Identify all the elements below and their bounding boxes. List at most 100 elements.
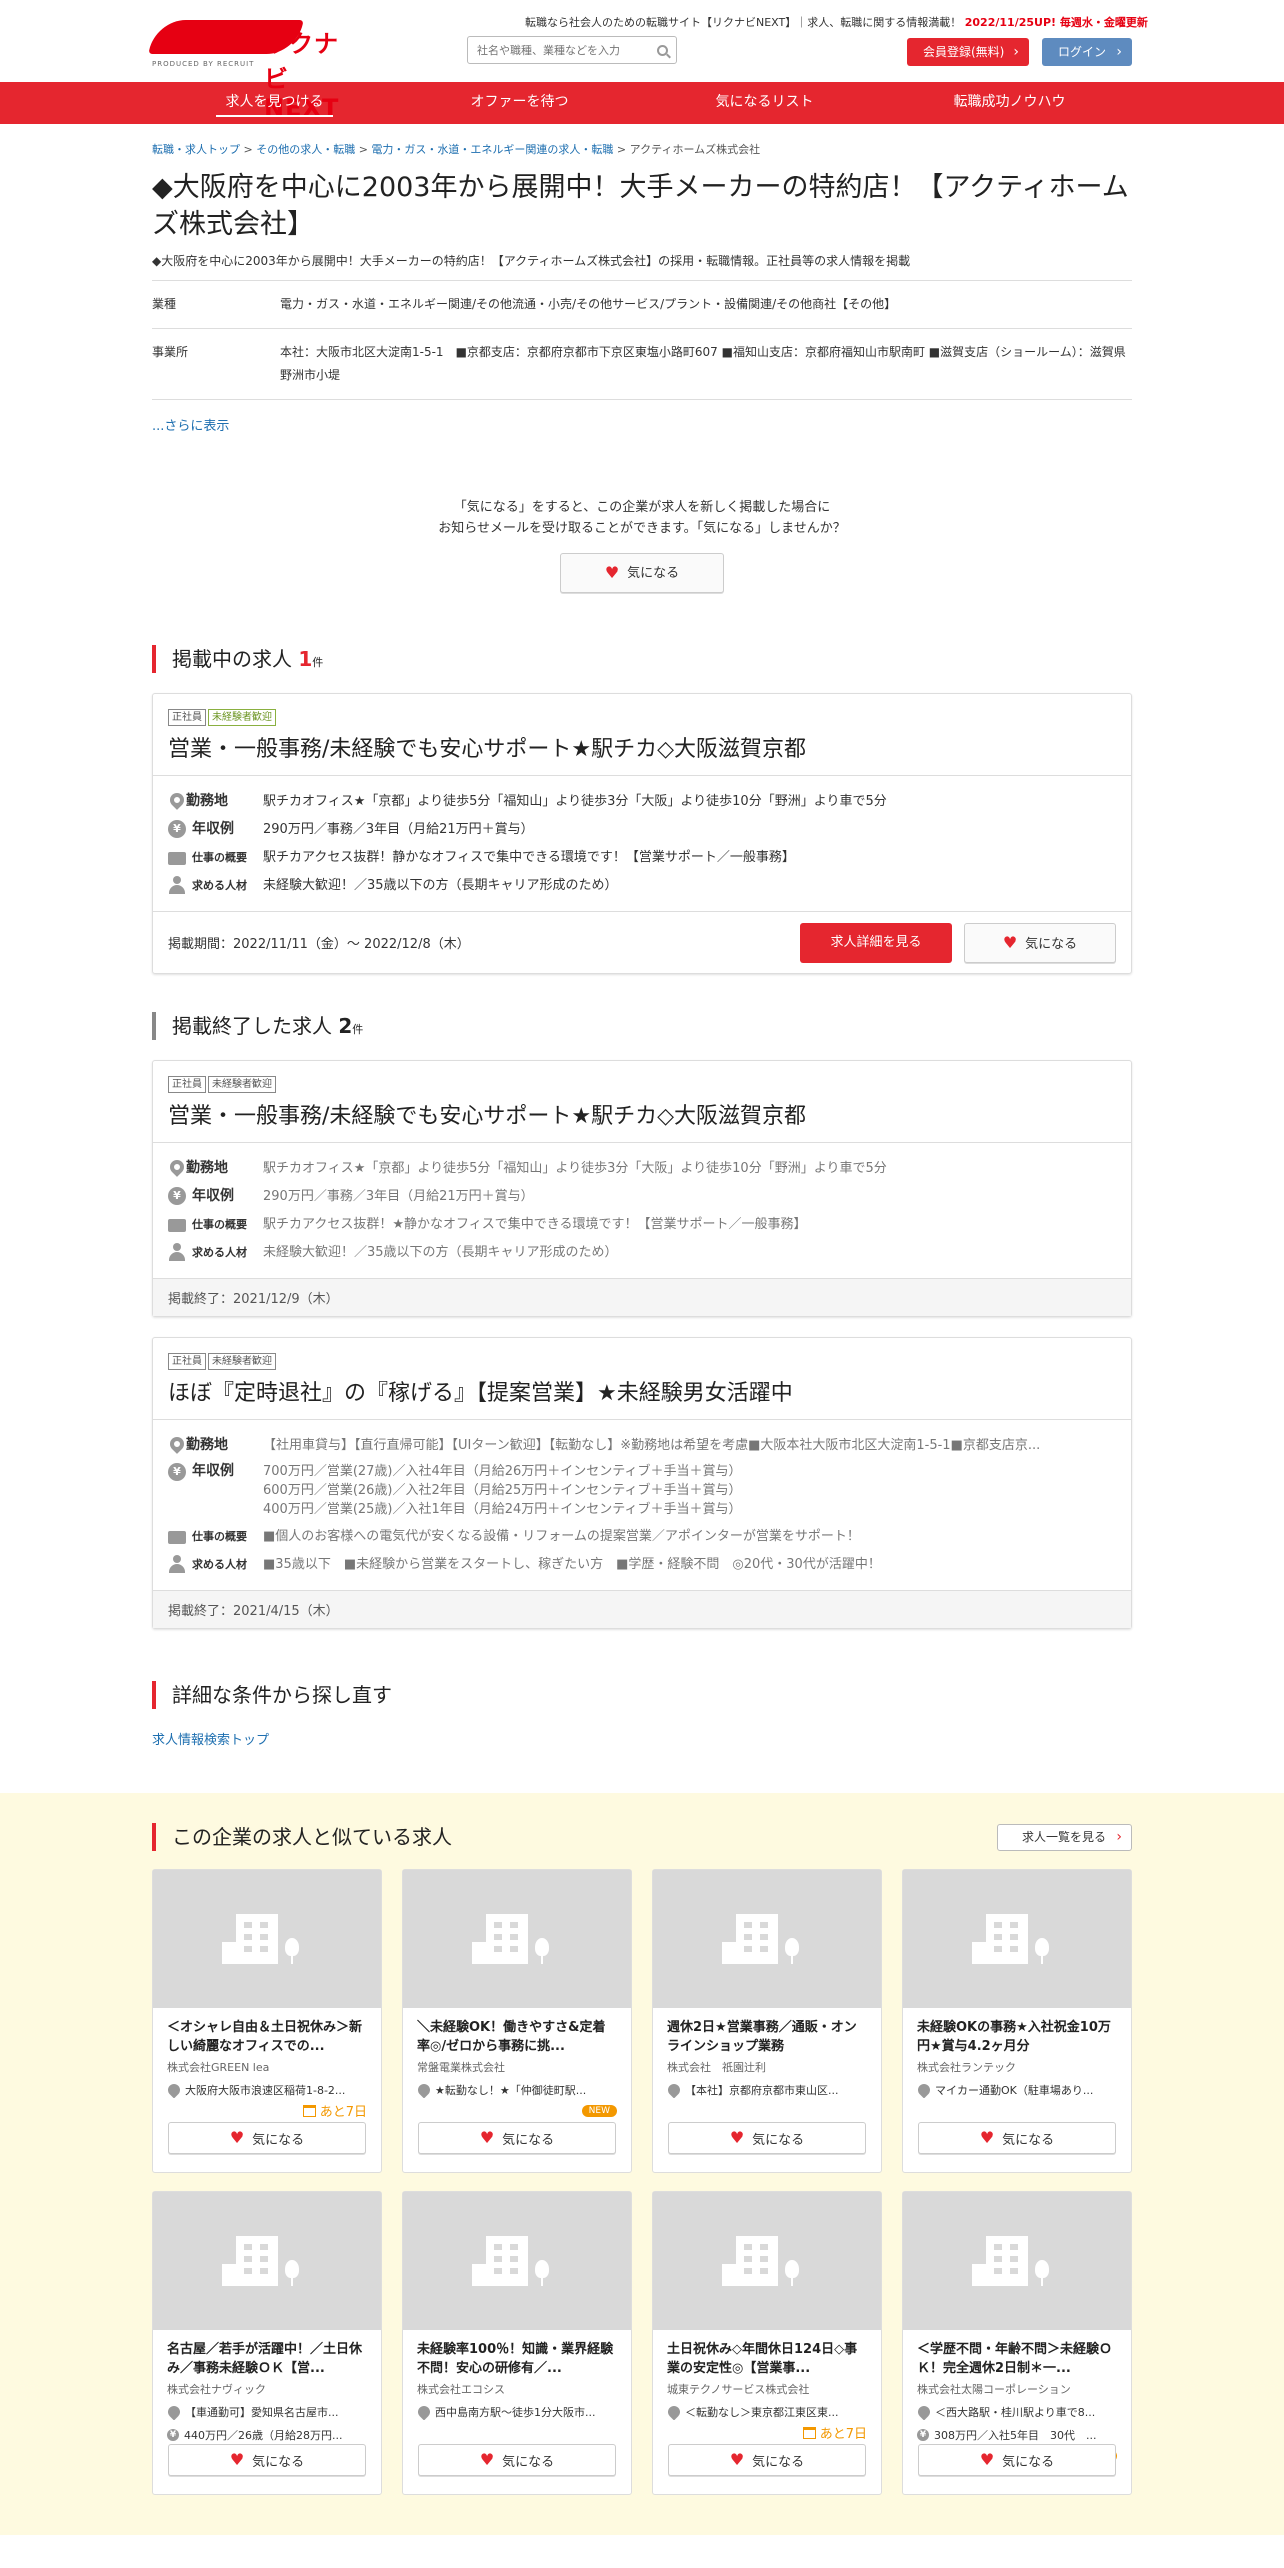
card-title[interactable]: 週休2日★営業事務／通販・オンラインショップ業務 <box>667 2018 867 2056</box>
chevron-right-icon: › <box>1116 1828 1122 1845</box>
card-fav-button[interactable]: ♥ 気になる <box>168 2122 366 2154</box>
fav-label: 気になる <box>1025 937 1078 952</box>
tag-inexperienced: 未経験者歓迎 <box>208 1076 276 1093</box>
similar-job-card[interactable]: 名古屋／若手が活躍中！／土日休み／事務未経験ＯＫ【営... 株式会社ナヴィック 【車… <box>152 2191 382 2495</box>
job-period: 掲載終了：2021/4/15（木） <box>168 1604 339 1619</box>
job-title[interactable]: 営業・一般事務/未経験でも安心サポート★駅チカ◇大阪滋賀京都 <box>168 1098 1116 1130</box>
building-icon <box>472 2236 528 2286</box>
job-title[interactable]: 営業・一般事務/未経験でも安心サポート★駅チカ◇大阪滋賀京都 <box>168 731 1116 763</box>
card-body: 未経験OKの事務★入社祝金10万円★賞与4.2ヶ月分 株式会社ランテック マイカー通… <box>903 2008 1131 2119</box>
card-location: 西中島南方駅～徒歩1分大阪市... <box>417 2404 617 2420</box>
card-title[interactable]: 未経験OKの事務★入社祝金10万円★賞与4.2ヶ月分 <box>917 2018 1117 2056</box>
heart-icon: ♥ <box>729 2450 745 2469</box>
similar-header: この企業の求人と似ている求人 求人一覧を見る › <box>152 1823 1132 1851</box>
job-thumbnail <box>403 2192 631 2330</box>
card-title[interactable]: ＼未経験OK！働きやすさ&定着率◎/ゼロから事務に挑... <box>417 2018 617 2056</box>
card-fav-button[interactable]: ♥ 気になる <box>418 2122 616 2154</box>
card-location: 【本社】京都府京都市東山区... <box>667 2082 867 2098</box>
job-location-row: 勤務地 【社用車貸与】【直行直帰可能】【UIターン歓迎】【転勤なし】※勤務地は希望… <box>167 1431 1116 1459</box>
heart-icon: ♥ <box>979 2450 995 2469</box>
job-summary: ■個人のお客様への電気代が安くなる設備・リフォームの提案営業／アポインターが営業… <box>263 1528 860 1544</box>
job-list-button[interactable]: 求人一覧を見る › <box>997 1823 1132 1851</box>
register-button[interactable]: 会員登録(無料) › <box>907 38 1029 66</box>
card-title[interactable]: ＜学歴不問・年齢不問＞未経験ＯＫ！完全週休2日制＊一... <box>917 2340 1117 2378</box>
nav-knowhow[interactable]: 転職成功ノウハウ <box>887 82 1132 124</box>
card-location: 大阪府大阪市浪速区稲荷1-8-2... <box>167 2082 367 2098</box>
breadcrumb-link[interactable]: 転職・求人トップ <box>152 143 240 156</box>
job-location-key: 勤務地 <box>167 1434 263 1455</box>
job-detail-button[interactable]: 求人詳細を見る <box>800 922 952 963</box>
similar-job-card[interactable]: 未経験OKの事務★入社祝金10万円★賞与4.2ヶ月分 株式会社ランテック マイカー通… <box>902 1869 1132 2173</box>
card-company: 株式会社ナヴィック <box>167 2383 266 2396</box>
job-location-row: 勤務地 駅チカオフィス★「京都」より徒歩5分「福知山」より徒歩3分「大阪」より徒歩… <box>167 1154 1116 1182</box>
card-salary: ¥308万円／入社5年目 30代 ... <box>917 2427 1117 2443</box>
building-icon <box>722 2236 778 2286</box>
card-location-text: ＜西大路駅・桂川駅より車で8... <box>935 2406 1096 2419</box>
card-title[interactable]: 未経験率100％！知識・業界経験不問！安心の研修有／... <box>417 2340 617 2378</box>
card-title[interactable]: 土日祝休み◇年間休日124日◇事業の安定性◎【営業事... <box>667 2340 867 2378</box>
job-thumbnail <box>153 1870 381 2008</box>
site-logo[interactable]: リクナビNEXT PRODUCED BY RECRUIT <box>148 18 352 122</box>
job-details: 勤務地 駅チカオフィス★「京都」より徒歩5分「福知山」より徒歩3分「大阪」より徒歩… <box>153 776 1131 911</box>
similar-job-card[interactable]: ＼未経験OK！働きやすさ&定着率◎/ゼロから事務に挑... 常盤電業株式会社 ★転勤… <box>402 1869 632 2173</box>
job-req-key: 求める人材 <box>168 876 263 895</box>
follow-company-button[interactable]: ♥ 気になる <box>560 553 724 593</box>
similar-job-card[interactable]: 未経験率100％！知識・業界経験不問！安心の研修有／... 株式会社エコシス 西中島… <box>402 2191 632 2495</box>
card-fav-button[interactable]: ♥ 気になる <box>668 2444 866 2476</box>
card-fav-button[interactable]: ♥ 気になる <box>668 2122 866 2154</box>
show-more-link[interactable]: ...さらに表示 <box>152 415 1132 434</box>
card-badge-row: あと7日 <box>667 2423 867 2442</box>
location-pin-icon <box>167 790 187 810</box>
page-title: ◆大阪府を中心に2003年から展開中！大手メーカーの特約店！【アクティホームズ株… <box>152 172 1129 240</box>
count-unit: 件 <box>312 656 324 669</box>
card-company: 株式会社GREEN lea <box>167 2061 270 2074</box>
similar-job-card[interactable]: 週休2日★営業事務／通販・オンラインショップ業務 株式会社 祇園辻利 【本社】京都府… <box>652 1869 882 2173</box>
similar-job-card[interactable]: ＜学歴不問・年齢不問＞未経験ＯＫ！完全週休2日制＊一... 株式会社太陽コーポレー… <box>902 2191 1132 2495</box>
similar-cards: ＜オシャレ自由＆土日祝休み＞新しい綺麗なオフィスでの... 株式会社GREEN l… <box>152 1869 1132 2495</box>
tag-inexperienced: 未経験者歓迎 <box>208 709 276 726</box>
job-location-row: 勤務地 駅チカオフィス★「京都」より徒歩5分「福知山」より徒歩3分「大阪」より徒歩… <box>167 787 1116 815</box>
days-left-text: あと7日 <box>819 2427 867 2442</box>
yen-icon: ¥ <box>168 1187 186 1205</box>
card-title[interactable]: ＜オシャレ自由＆土日祝休み＞新しい綺麗なオフィスでの... <box>167 2018 367 2056</box>
page-lead: ◆大阪府を中心に2003年から展開中！大手メーカーの特約店！【アクティホームズ株… <box>152 254 911 268</box>
building-icon <box>472 1914 528 1964</box>
breadcrumb-current: アクティホームズ株式会社 <box>629 143 761 156</box>
search-top-link[interactable]: 求人情報検索トップ <box>152 1729 1132 1748</box>
breadcrumb-link[interactable]: その他の求人・転職 <box>256 143 355 156</box>
tree-icon <box>1035 2260 1049 2286</box>
search-input[interactable] <box>468 37 648 63</box>
follow-section: 「気になる」をすると、この企業が求人を新しく掲載した場合に お知らせメールを受け… <box>152 497 1132 593</box>
heart-icon: ♥ <box>229 2450 245 2469</box>
job-tags: 正社員 未経験者歓迎 <box>168 1076 1116 1093</box>
search-icon[interactable] <box>657 45 668 56</box>
job-thumbnail <box>903 2192 1131 2330</box>
job-footer: 掲載期間：2022/11/11（金）～ 2022/12/8（木） 求人詳細を見る… <box>153 911 1131 973</box>
yen-icon: ¥ <box>917 2429 929 2441</box>
job-tags: 正社員 未経験者歓迎 <box>168 709 1116 726</box>
salary-label: 年収例 <box>192 820 234 837</box>
ended-jobs-heading: 掲載終了した求人 2件 <box>152 1012 1132 1040</box>
similar-job-card[interactable]: 土日祝休み◇年間休日124日◇事業の安定性◎【営業事... 城東テクノサービス株式… <box>652 2191 882 2495</box>
briefcase-icon <box>168 1219 186 1232</box>
fav-label: 気になる <box>752 2132 805 2148</box>
card-fav-button[interactable]: ♥ 気になる <box>418 2444 616 2476</box>
follow-text-2: お知らせメールを受け取ることができます。「気になる」しませんか？ <box>438 521 846 536</box>
card-title[interactable]: 名古屋／若手が活躍中！／土日休み／事務未経験ＯＫ【営... <box>167 2340 367 2378</box>
register-label: 会員登録(無料) <box>923 45 1005 59</box>
job-count: 1 <box>298 647 313 671</box>
similar-job-card[interactable]: ＜オシャレ自由＆土日祝休み＞新しい綺麗なオフィスでの... 株式会社GREEN l… <box>152 1869 382 2173</box>
nav-fav-list[interactable]: 気になるリスト <box>642 82 887 124</box>
nav-wait-offer[interactable]: オファーを待つ <box>397 82 642 124</box>
card-fav-button[interactable]: ♥ 気になる <box>918 2122 1116 2154</box>
card-badge-row: あと7日 <box>167 2101 367 2120</box>
nav-find-jobs[interactable]: 求人を見つける <box>152 82 397 124</box>
location-pin-icon <box>417 2082 433 2098</box>
card-fav-button[interactable]: ♥ 気になる <box>168 2444 366 2476</box>
job-fav-button[interactable]: ♥ 気になる <box>964 922 1116 963</box>
card-badge-row <box>667 2101 867 2119</box>
job-title[interactable]: ほぼ『定時退社』の『稼げる』【提案営業】★未経験男女活躍中 <box>168 1375 1116 1407</box>
card-fav-button[interactable]: ♥ 気になる <box>918 2444 1116 2476</box>
breadcrumb-link[interactable]: 電力・ガス・水道・エネルギー関連の求人・転職 <box>371 143 613 156</box>
login-button[interactable]: ログイン › <box>1042 38 1132 66</box>
